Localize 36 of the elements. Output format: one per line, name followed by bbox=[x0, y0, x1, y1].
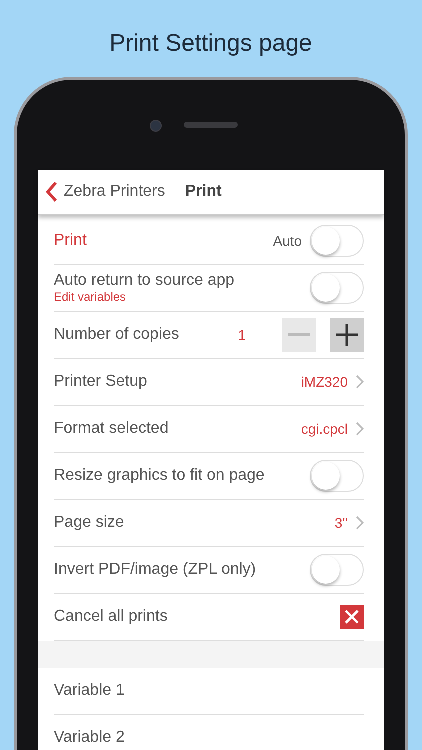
page-heading: Print Settings page bbox=[110, 30, 312, 58]
row-label: Print bbox=[54, 232, 87, 250]
toggle-switch[interactable] bbox=[310, 272, 364, 304]
row-label: Page size bbox=[54, 514, 124, 532]
back-button[interactable]: Zebra Printers bbox=[46, 181, 166, 203]
close-icon bbox=[345, 610, 359, 624]
back-chevron-icon bbox=[46, 181, 58, 203]
copies-count: 1 bbox=[238, 327, 246, 343]
minus-button[interactable] bbox=[282, 318, 316, 352]
chevron-right-icon bbox=[356, 516, 364, 530]
nav-title: Print bbox=[185, 183, 222, 201]
row-label: Printer Setup bbox=[54, 373, 148, 391]
chevron-right-icon bbox=[356, 422, 364, 436]
toggle-switch[interactable] bbox=[310, 460, 364, 492]
row-label: Cancel all prints bbox=[54, 608, 168, 626]
variable-label[interactable]: Variable 1 bbox=[54, 682, 125, 700]
camera-icon bbox=[150, 120, 162, 132]
row-label: Number of copies bbox=[54, 326, 180, 344]
row-label: Invert PDF/image (ZPL only) bbox=[54, 561, 256, 579]
chevron-right-icon bbox=[356, 375, 364, 389]
row-value: Auto bbox=[273, 233, 302, 249]
toggle-switch[interactable] bbox=[310, 225, 364, 257]
plus-icon bbox=[336, 324, 358, 346]
edit-variables-link[interactable]: Edit variables bbox=[54, 290, 126, 304]
cancel-button[interactable] bbox=[340, 605, 364, 629]
row-value: cgi.cpcl bbox=[301, 421, 348, 437]
minus-icon bbox=[288, 333, 310, 337]
row-value: 3'' bbox=[334, 515, 348, 531]
speaker-icon bbox=[184, 122, 238, 128]
plus-button[interactable] bbox=[330, 318, 364, 352]
row-label: Format selected bbox=[54, 420, 169, 438]
variable-label[interactable]: Variable 2 bbox=[54, 729, 125, 747]
row-label: Auto return to source app bbox=[54, 272, 235, 290]
row-value: iMZ320 bbox=[301, 374, 348, 390]
toggle-switch[interactable] bbox=[310, 554, 364, 586]
row-label: Resize graphics to fit on page bbox=[54, 467, 265, 485]
